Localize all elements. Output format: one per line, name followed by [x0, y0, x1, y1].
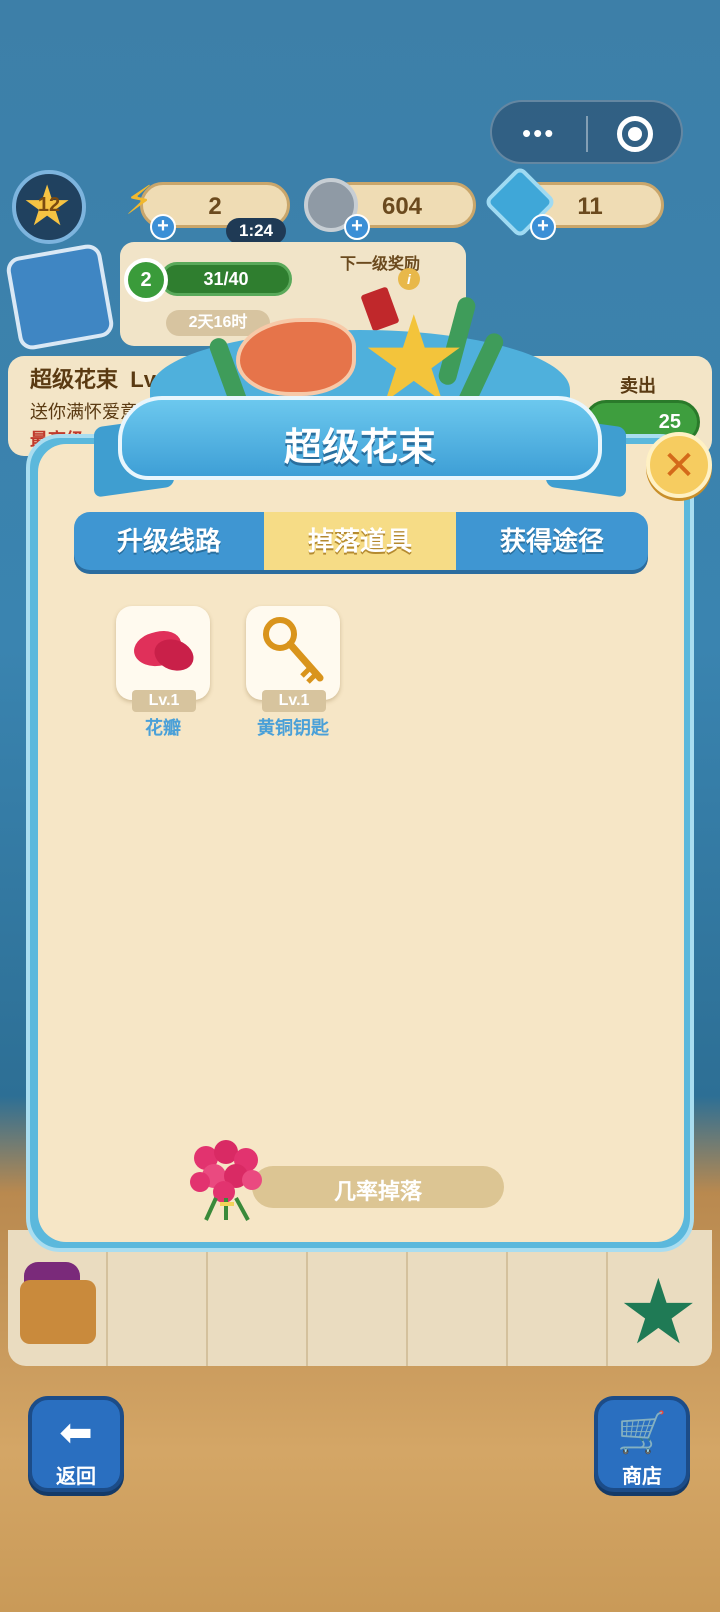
chance-drop-text: 几率掉落 — [333, 1179, 422, 1204]
close-button[interactable]: ✕ — [646, 432, 712, 498]
arrow-left-icon: ⬅ — [59, 1411, 93, 1455]
item-name: 花瓣 — [145, 718, 181, 738]
energy-timer: 1:24 — [226, 218, 286, 244]
tab-obtain-methods[interactable]: 获得途径 — [456, 512, 648, 570]
info-icon[interactable]: i — [398, 268, 420, 290]
back-button[interactable]: ⬅ 返回 — [28, 1396, 124, 1492]
more-icon[interactable]: ••• — [522, 118, 555, 148]
sell-price: 25 — [658, 411, 681, 433]
event-book-icon[interactable] — [4, 242, 116, 352]
capsule-divider — [586, 116, 588, 152]
treasure-chest-icon[interactable] — [20, 1280, 96, 1344]
quest-level-badge: 2 — [124, 258, 168, 302]
close-miniprogram-icon[interactable] — [617, 116, 653, 152]
add-energy-button[interactable]: + — [150, 214, 176, 240]
back-label: 返回 — [56, 1466, 96, 1488]
close-icon: ✕ — [662, 444, 696, 488]
add-gems-button[interactable]: + — [530, 214, 556, 240]
shopping-cart-icon: 🛒 — [617, 1411, 667, 1455]
brass-key-icon — [263, 617, 324, 684]
sell-label: 卖出 — [620, 376, 656, 396]
shop-button[interactable]: 🛒 商店 — [594, 1396, 690, 1492]
modal-title-ribbon: 超级花束 — [118, 396, 602, 480]
conch-shell-icon — [236, 318, 356, 396]
shop-label: 商店 — [622, 1466, 662, 1488]
miniprogram-capsule: ••• — [490, 100, 683, 164]
quest-progress-bar: 31/40 — [160, 262, 292, 296]
modal-title: 超级花束 — [283, 427, 436, 469]
tab-upgrade-path[interactable]: 升级线路 — [74, 512, 264, 570]
player-level-badge[interactable]: ★ 12 — [12, 170, 86, 244]
quest-progress: 31/40 — [203, 269, 249, 289]
add-coins-button[interactable]: + — [344, 214, 370, 240]
chance-drop-label: 几率掉落 — [252, 1166, 504, 1208]
item-level-badge: Lv.1 — [132, 690, 196, 712]
bouquet-icon[interactable] — [186, 1138, 268, 1222]
starfish-icon[interactable]: ★ — [618, 1268, 699, 1358]
item-level-badge: Lv.1 — [262, 690, 326, 712]
player-level: 12 — [37, 194, 61, 216]
item-name: 黄铜钥匙 — [257, 718, 329, 738]
modal-tabs: 升级线路 掉落道具 获得途径 — [74, 512, 648, 570]
tab-drop-items[interactable]: 掉落道具 — [264, 512, 456, 570]
